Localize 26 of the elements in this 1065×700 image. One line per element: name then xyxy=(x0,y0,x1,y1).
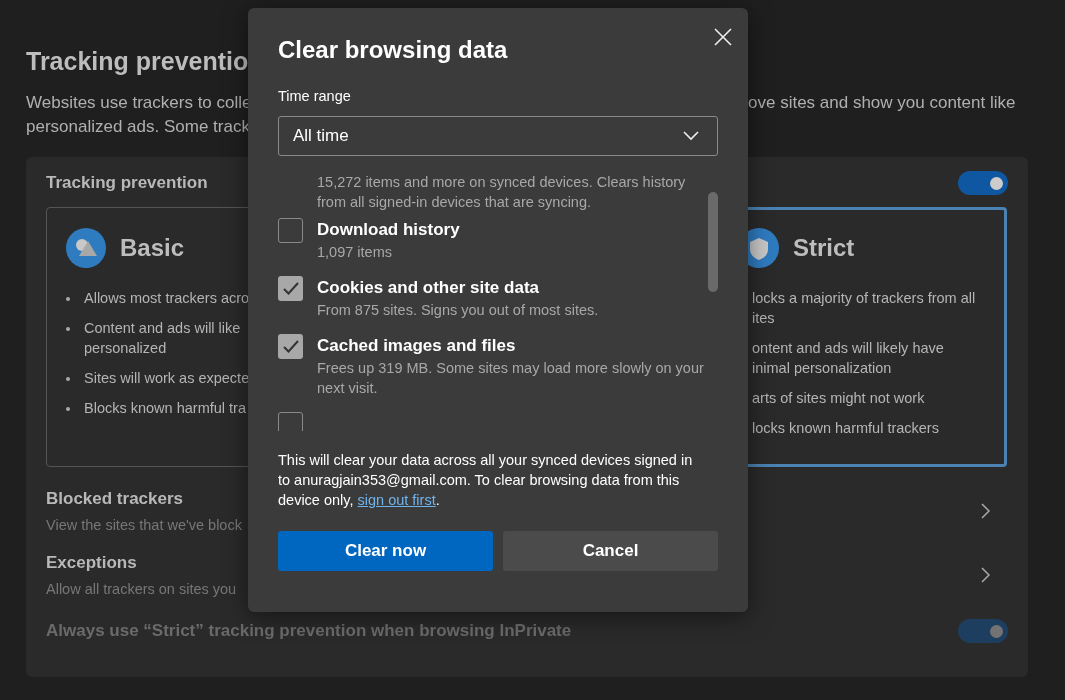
checkbox-label: Download history xyxy=(317,219,461,241)
bullet-text: Blocks known harmful tra xyxy=(84,399,246,418)
bullet-text: arts of sites might not work xyxy=(752,389,925,408)
link-subtitle: View the sites that we've block xyxy=(46,517,242,533)
link-subtitle: Allow all trackers on sites you xyxy=(46,581,237,597)
description-text: ove sites and show you content like xyxy=(748,92,1017,114)
item-description: 15,272 items and more on synced devices. Clears history from all signed-in devices that are syncing. xyxy=(317,173,687,212)
notice-text: This will clear your data across all your synced devices signed in to anuragjain353@gmail.com. To clear browsing data from this device only, sign out first. xyxy=(278,451,694,510)
bullet-text: locks known harmful trackers xyxy=(752,419,939,438)
option-title: Strict xyxy=(793,234,855,262)
bullet-text: ontent and ads will likely have inimal personalization xyxy=(752,339,944,378)
dialog-title: Clear browsing data xyxy=(278,36,509,64)
checkbox-label: Cookies and other site data xyxy=(317,277,540,299)
bullet-text: locks a majority of trackers from all ites xyxy=(752,289,976,328)
section-title: Tracking prevention xyxy=(46,173,208,193)
page-title: Tracking preventio xyxy=(26,46,249,77)
item-description: From 875 sites. Signs you out of most sites. xyxy=(317,301,600,320)
setting-label: Always use “Strict” tracking prevention when browsing InPrivate xyxy=(46,621,572,641)
bullet-text: Allows most trackers acro xyxy=(84,289,250,308)
bullet-text: Content and ads will like personalized xyxy=(84,319,241,358)
bullet-text: Sites will work as expecte xyxy=(84,369,250,388)
checkbox-label: Cached images and files xyxy=(317,335,517,357)
field-label: Time range xyxy=(278,88,352,104)
option-title: Basic xyxy=(120,234,185,262)
item-description: 1,097 items xyxy=(317,243,393,262)
item-description: Frees up 319 MB. Some sites may load more slowly on your next visit. xyxy=(317,359,705,398)
